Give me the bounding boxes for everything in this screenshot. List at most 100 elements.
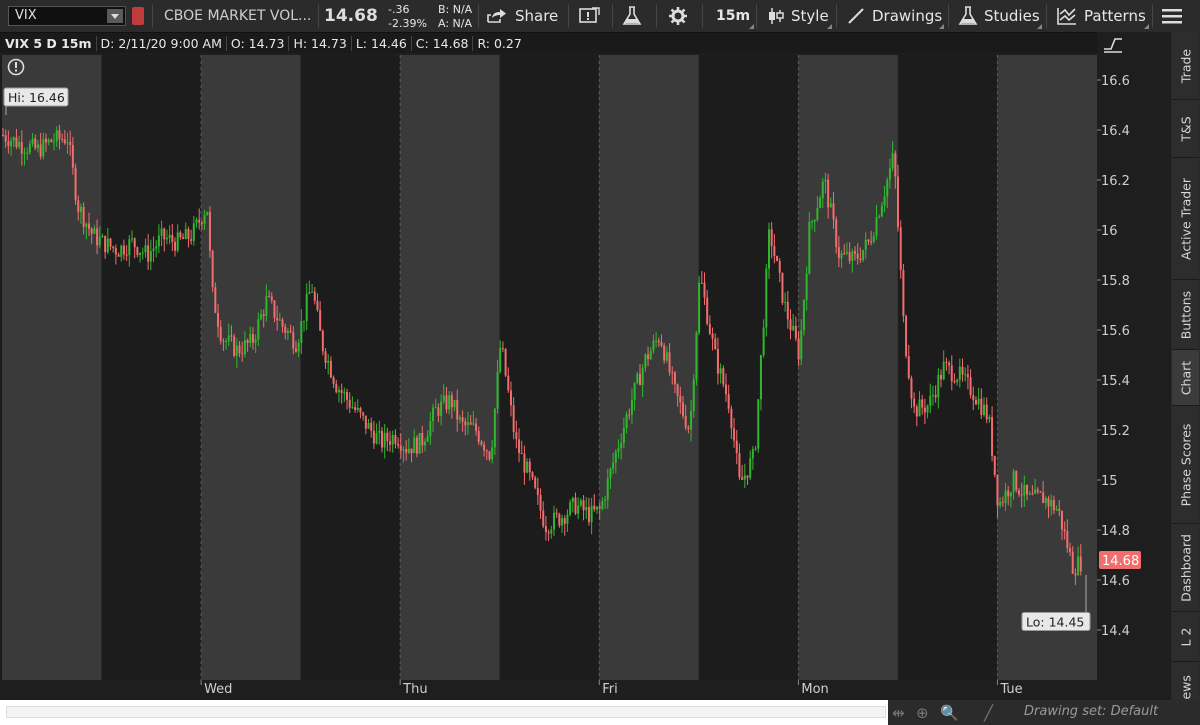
chart-title: VIX 5 D 15m	[5, 35, 92, 51]
candle-down	[724, 384, 727, 395]
chevron-down-icon[interactable]	[107, 9, 123, 23]
timeframe-selector[interactable]: 15m	[716, 0, 750, 32]
candle-down	[1074, 573, 1077, 576]
candle-down	[399, 445, 402, 451]
candle-down	[104, 235, 107, 253]
candle-up	[888, 168, 891, 180]
pan-icon[interactable]: ⇹	[892, 704, 905, 722]
price-tick-label: 15.8	[1101, 274, 1130, 289]
session-band	[698, 55, 799, 680]
ask-value: A: N/A	[438, 16, 472, 30]
drawing-set-label[interactable]: Drawing set: Default	[1024, 704, 1158, 719]
candle-down	[233, 336, 236, 356]
candle-up	[55, 130, 58, 142]
candle-up	[472, 423, 475, 425]
price-chart[interactable]: 16.6 16.4 16.2 16 15.8 15.6 15.4 15.2 15 14.8 14.6…	[0, 55, 1171, 700]
candle-up	[448, 395, 451, 410]
candle-up	[120, 245, 123, 257]
candle-up	[12, 137, 15, 141]
candle-up	[569, 501, 572, 515]
style-button[interactable]: Style	[766, 0, 829, 32]
candle-down	[122, 245, 125, 255]
candle-down	[187, 229, 190, 240]
candle-up	[343, 392, 346, 394]
candle-down	[980, 398, 983, 416]
candle-up	[10, 140, 13, 147]
side-tab-label: Dashboard	[1178, 533, 1193, 602]
side-tab-label: T&S	[1178, 115, 1193, 142]
side-tab-phase-scores[interactable]: Phase Scores	[1172, 406, 1199, 524]
chart-menu-button[interactable]	[1160, 0, 1186, 32]
candle-down	[714, 338, 717, 350]
candle-down	[179, 232, 182, 238]
price-axis[interactable]: 16.6 16.4 16.2 16 15.8 15.6 15.4 15.2 15 14.8 14.6…	[1097, 55, 1171, 700]
candle-up	[851, 251, 854, 261]
candle-down	[703, 282, 706, 298]
candle-up	[1077, 556, 1080, 576]
candle-up	[649, 350, 652, 360]
drawing-pencil-icon[interactable]: ╱	[984, 704, 993, 722]
candle-down	[50, 139, 53, 142]
candle-up	[665, 352, 668, 361]
candle-up	[929, 395, 932, 406]
candle-down	[77, 200, 80, 212]
candle-down	[316, 300, 319, 310]
side-tab-label: L 2	[1178, 627, 1193, 646]
thinkback-button[interactable]	[622, 0, 642, 32]
candle-down	[676, 384, 679, 396]
side-tab-trade[interactable]: Trade	[1172, 32, 1199, 100]
candle-down	[397, 443, 400, 446]
candle-down	[507, 375, 510, 391]
scale-mode-icon[interactable]	[1101, 33, 1125, 55]
side-tab-t-s[interactable]: T&S	[1172, 100, 1199, 158]
divider	[1152, 4, 1153, 28]
side-tab-active-trader[interactable]: Active Trader	[1172, 158, 1199, 280]
drawings-button[interactable]: Drawings	[846, 0, 942, 32]
patterns-icon	[1057, 8, 1076, 25]
candle-down	[262, 314, 265, 316]
candle-down	[953, 381, 956, 383]
candle-up	[926, 405, 929, 413]
session-band	[599, 55, 699, 680]
bar-open: O: 14.73	[225, 35, 289, 51]
last-price-label: 14.68	[1102, 554, 1139, 569]
side-tab-l-2[interactable]: L 2	[1172, 612, 1199, 662]
candle-down	[778, 261, 781, 273]
candle-up	[152, 248, 155, 251]
candle-down	[1079, 556, 1082, 572]
candle-down	[706, 297, 709, 324]
candle-down	[469, 422, 472, 425]
candle-down	[238, 345, 241, 354]
candle-down	[770, 229, 773, 246]
candle-up	[98, 237, 101, 246]
session-band	[798, 55, 898, 680]
candle-down	[217, 312, 220, 327]
patterns-button[interactable]: Patterns	[1056, 0, 1146, 32]
divider	[612, 4, 613, 28]
candle-down	[894, 153, 897, 177]
candle-up	[440, 401, 443, 416]
candle-up	[18, 141, 21, 148]
side-tab-dashboard[interactable]: Dashboard	[1172, 524, 1199, 612]
candle-up	[227, 335, 230, 342]
time-scrollbar[interactable]	[6, 706, 886, 718]
candle-down	[542, 510, 545, 527]
time-axis[interactable]: Wed Thu Fri Mon Tue	[0, 680, 1097, 700]
dropdown-corner-icon	[1037, 24, 1042, 29]
candle-up	[155, 246, 158, 249]
candle-down	[1039, 491, 1042, 493]
candle-down	[348, 399, 351, 408]
symbol-selector[interactable]: VIX	[8, 6, 126, 26]
candle-up	[499, 348, 502, 372]
alerts-button[interactable]	[578, 0, 602, 32]
settings-button[interactable]	[668, 0, 688, 32]
side-tab-buttons[interactable]: Buttons	[1172, 280, 1199, 350]
candle-down	[1066, 531, 1069, 549]
share-button[interactable]: Share	[486, 0, 558, 32]
side-tab-chart[interactable]: Chart	[1172, 350, 1199, 406]
crosshair-icon[interactable]: ⊕	[916, 704, 929, 722]
alert-flag-icon[interactable]	[132, 7, 144, 25]
candle-up	[85, 223, 88, 227]
studies-button[interactable]: Studies	[958, 0, 1040, 32]
zoom-icon[interactable]: 🔍	[940, 704, 959, 722]
